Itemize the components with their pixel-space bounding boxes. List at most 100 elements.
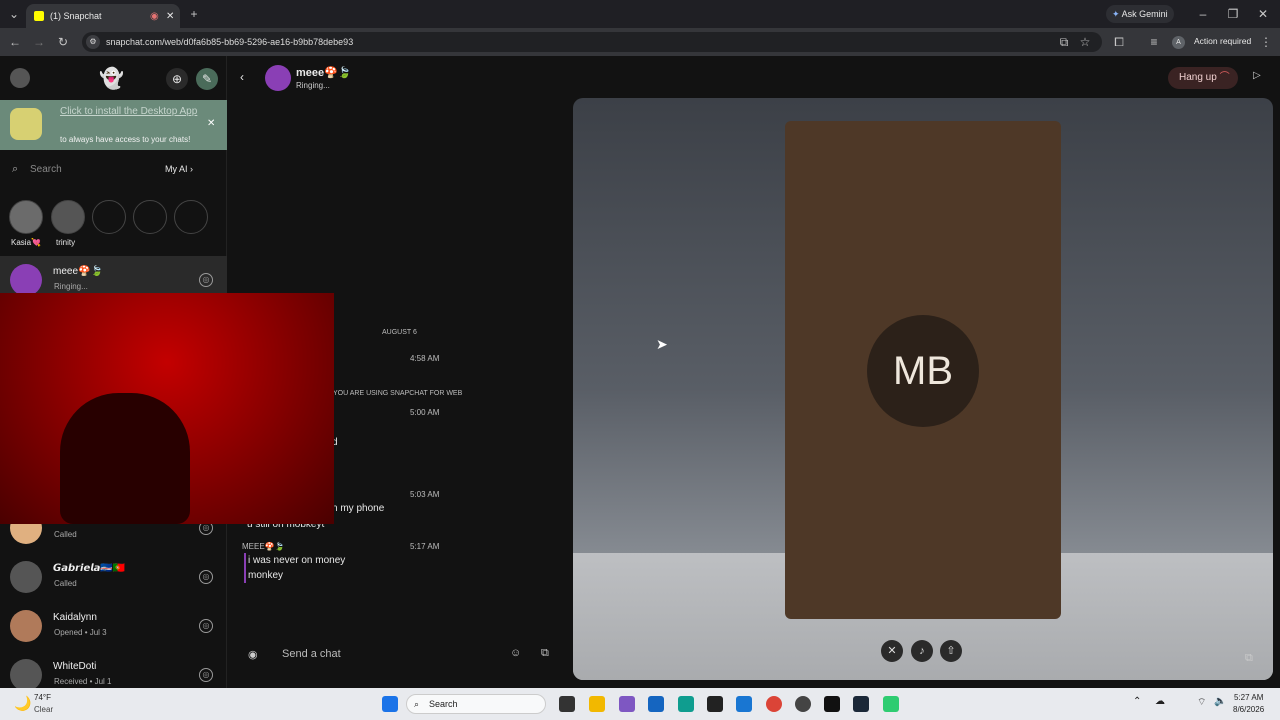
- message-sender: MEEE🍄🍃: [242, 542, 285, 551]
- clock-date[interactable]: 8/6/2026: [1233, 705, 1264, 714]
- remote-user-tile: MB: [785, 121, 1061, 619]
- camera-icon[interactable]: ◉: [248, 648, 258, 661]
- action-required-button[interactable]: Action required: [1194, 36, 1251, 46]
- share-icon[interactable]: ⇧: [940, 640, 962, 662]
- mouse-cursor-icon: ➤: [656, 336, 668, 352]
- task-view-icon[interactable]: [559, 696, 575, 712]
- call-panel: Hang up ⌒ ▷ MB ✕ ♪ ⇧ ⧉: [573, 56, 1280, 688]
- story-placeholder: [174, 200, 208, 234]
- pip-icon[interactable]: ⧉: [1245, 652, 1253, 665]
- close-window-icon[interactable]: ✕: [1253, 4, 1273, 24]
- windows-start-icon[interactable]: [382, 696, 398, 712]
- site-info-icon[interactable]: ⚙: [86, 35, 100, 49]
- ask-gemini-button[interactable]: ✦ Ask Gemini: [1106, 5, 1174, 23]
- chat-input[interactable]: Send a chat: [282, 648, 341, 660]
- profile-avatar[interactable]: A: [1172, 36, 1185, 49]
- contact-avatar[interactable]: [265, 65, 291, 91]
- remote-initials-avatar: MB: [867, 315, 979, 427]
- message-time: 4:58 AM: [410, 354, 440, 363]
- snapchat-app-icon: [10, 108, 42, 140]
- camera-icon[interactable]: ◎: [199, 273, 213, 287]
- avatar: [10, 659, 42, 688]
- profile-avatar[interactable]: [10, 68, 30, 88]
- edge-icon[interactable]: [678, 696, 694, 712]
- close-tab-icon[interactable]: ✕: [166, 11, 174, 22]
- copilot-icon[interactable]: [619, 696, 635, 712]
- story-label: Kasia💘: [11, 238, 41, 247]
- wifi-icon[interactable]: ⌔: [1197, 696, 1206, 709]
- install-link[interactable]: Click to install the Desktop App: [60, 106, 200, 118]
- back-chevron-icon[interactable]: ‹: [240, 70, 244, 84]
- reading-list-icon[interactable]: ≡: [1144, 32, 1164, 52]
- hang-up-label: Hang up: [1179, 72, 1217, 83]
- chat-row-gabriela[interactable]: 𝙂𝙖𝙗𝙧𝙞𝙚𝙡𝙖🇨🇻🇵🇹 Called ◎: [0, 553, 227, 601]
- chat-row-whitedoti[interactable]: WhiteDoti Received • Jul 1 ◎: [0, 651, 227, 688]
- chrome-icon[interactable]: [766, 696, 782, 712]
- new-chat-icon[interactable]: ✎: [196, 68, 218, 90]
- epic-games-icon[interactable]: [707, 696, 723, 712]
- android-app-icon[interactable]: [883, 696, 899, 712]
- story-placeholder: [92, 200, 126, 234]
- microsoft-store-icon[interactable]: [736, 696, 752, 712]
- recording-icon: ◉: [150, 10, 159, 22]
- message-bar: [244, 553, 246, 583]
- windows-taskbar: 🌙 74°F Clear ⌕ Search ⌃ ☁ ⌔ 🔈 5:27 AM 8/…: [0, 688, 1280, 720]
- back-icon[interactable]: ←: [5, 32, 25, 52]
- microphone-icon[interactable]: ♪: [911, 640, 933, 662]
- bookmark-star-icon[interactable]: ☆: [1075, 32, 1095, 52]
- outlook-icon[interactable]: [648, 696, 664, 712]
- reload-icon[interactable]: ↻: [53, 32, 73, 52]
- weather-icon: 🌙: [14, 695, 32, 711]
- maximize-icon[interactable]: ❐: [1223, 4, 1243, 24]
- message-time: 5:03 AM: [410, 490, 440, 499]
- tab-search-icon[interactable]: ⌄: [4, 4, 24, 24]
- close-banner-icon[interactable]: ✕: [207, 118, 215, 129]
- search-input[interactable]: Search: [30, 164, 62, 175]
- chat-row-kaidalynn[interactable]: Kaidalynn Opened • Jul 3 ◎: [0, 602, 227, 650]
- install-desktop-banner[interactable]: Click to install the Desktop App to alwa…: [0, 100, 227, 150]
- network-icon[interactable]: ☁: [1155, 696, 1165, 707]
- add-friend-icon[interactable]: ⊕: [166, 68, 188, 90]
- minimize-icon[interactable]: –: [1193, 4, 1213, 24]
- person-silhouette: [60, 393, 190, 524]
- chat-status: Received • Jul 1: [54, 677, 112, 686]
- remote-video: MB: [573, 98, 1273, 680]
- emoji-icon[interactable]: ☺: [510, 647, 521, 659]
- date-divider: AUGUST 6: [382, 329, 417, 336]
- browser-tab[interactable]: (1) Snapchat ◉ ✕: [26, 4, 180, 28]
- forward-icon[interactable]: →: [29, 32, 49, 52]
- story-trinity[interactable]: [51, 200, 85, 234]
- story-placeholder: [133, 200, 167, 234]
- more-menu-icon[interactable]: ⋮: [1256, 32, 1276, 52]
- my-ai-button[interactable]: My AI ›: [165, 164, 193, 174]
- volume-icon[interactable]: 🔈: [1214, 696, 1226, 707]
- weather-temp: 74°F: [34, 693, 51, 702]
- url-text: snapchat.com/web/d0fa6b85-bb69-5296-ae16…: [106, 37, 354, 47]
- expand-icon[interactable]: ▷: [1253, 70, 1261, 81]
- extensions-icon[interactable]: ⧠: [1109, 32, 1129, 52]
- sticker-icon[interactable]: ⧉: [541, 647, 549, 660]
- address-bar[interactable]: ⚙ snapchat.com/web/d0fa6b85-bb69-5296-ae…: [82, 32, 1102, 52]
- snapchat-favicon-icon: [34, 11, 44, 21]
- message-time: 5:00 AM: [410, 408, 440, 417]
- camera-icon[interactable]: ◎: [199, 570, 213, 584]
- camera-icon[interactable]: ◎: [199, 668, 213, 682]
- hang-up-button[interactable]: Hang up ⌒: [1168, 67, 1238, 89]
- tray-chevron-icon[interactable]: ⌃: [1133, 696, 1141, 707]
- clock-time[interactable]: 5:27 AM: [1234, 693, 1263, 702]
- cast-icon[interactable]: ⧉: [1054, 32, 1074, 52]
- obs-icon[interactable]: [795, 696, 811, 712]
- snapchat-ghost-icon: 👻: [99, 68, 124, 90]
- new-tab-icon[interactable]: +: [184, 4, 204, 24]
- taskbar-search[interactable]: ⌕ Search: [406, 694, 546, 714]
- chat-name: meee🍄🍃: [53, 266, 103, 277]
- gemini-icon: ✦: [1112, 9, 1120, 19]
- camera-icon[interactable]: ◎: [199, 619, 213, 633]
- local-webcam-preview: [0, 293, 334, 524]
- file-explorer-icon[interactable]: [589, 696, 605, 712]
- story-kasia[interactable]: [9, 200, 43, 234]
- steam-icon[interactable]: [853, 696, 869, 712]
- camera-off-icon[interactable]: ✕: [881, 640, 903, 662]
- capcut-icon[interactable]: [824, 696, 840, 712]
- message-time: 5:17 AM: [410, 542, 440, 551]
